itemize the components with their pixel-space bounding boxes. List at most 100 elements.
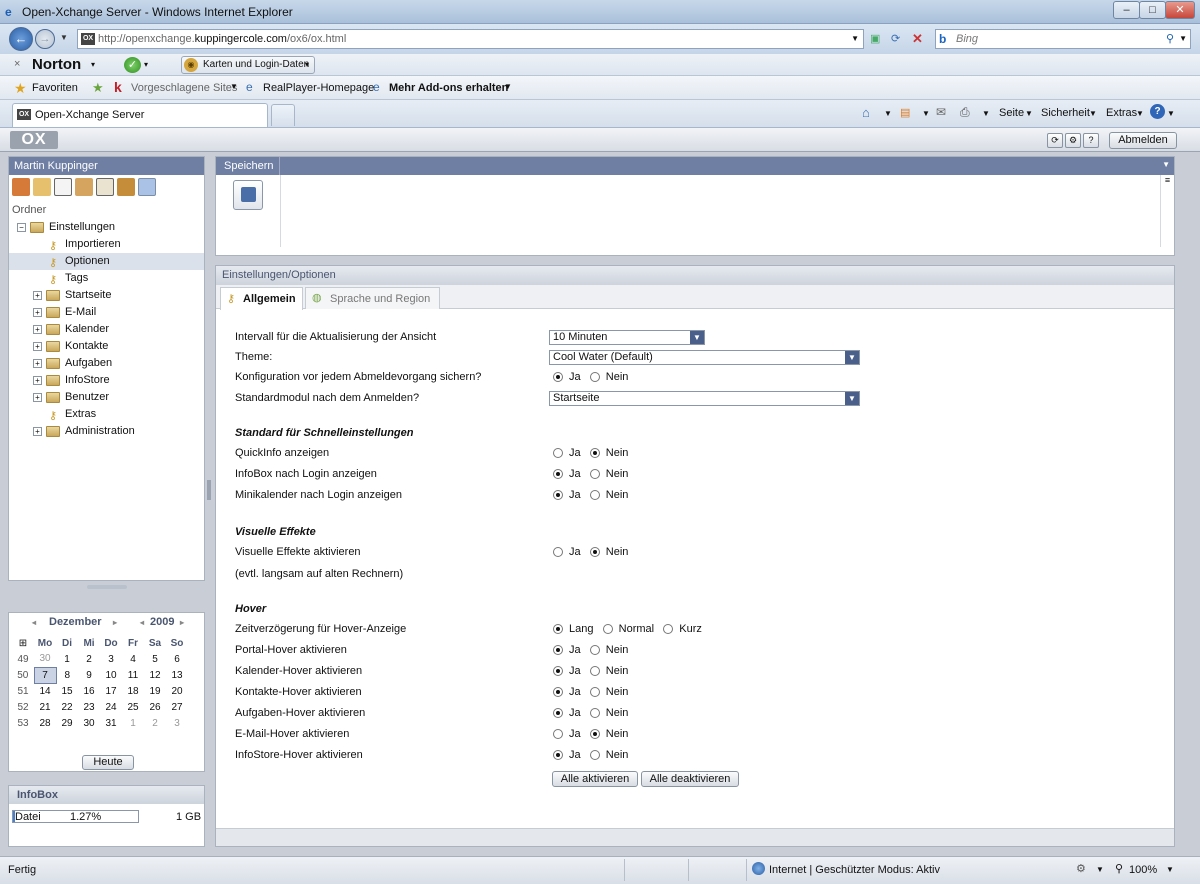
tab-general[interactable]: ⚷ Allgemein [220,287,303,310]
calendar-day[interactable]: 14 [34,683,56,699]
tree-item-benutzer[interactable]: + Benutzer [9,389,204,406]
infostore-hover-no[interactable] [589,750,600,761]
norton-close-button[interactable]: × [14,58,20,70]
compat-view-icon[interactable]: ▣ [870,32,880,45]
week-number[interactable]: 52 [12,699,34,715]
calendar-day[interactable]: 10 [100,667,122,683]
tree-item-e-mail[interactable]: + E-Mail [9,304,204,321]
tools-menu[interactable]: Extras [1106,107,1137,119]
calendar-day[interactable]: 5 [144,651,166,667]
week-number[interactable]: 53 [12,715,34,731]
visual-effects-yes[interactable] [553,547,563,558]
maximize-button[interactable]: □ [1139,1,1166,19]
disable-all-button[interactable]: Alle deaktivieren [641,771,739,787]
calendar-day[interactable]: 19 [144,683,166,699]
feeds-icon[interactable]: ▤ [900,106,910,119]
ox-refresh-icon[interactable]: ⟳ [1047,133,1063,148]
infostore-module-icon[interactable] [117,178,135,196]
close-window-button[interactable]: ✕ [1165,1,1195,19]
calendar-day[interactable]: 24 [100,699,122,715]
tree-item-tags[interactable]: ⚷ Tags [9,270,204,287]
security-zone-text[interactable]: Internet | Geschützter Modus: Aktiv [769,864,940,876]
calendar-day[interactable]: 12 [144,667,166,683]
save-config-yes[interactable] [553,372,563,383]
calendar-module-icon[interactable] [54,178,72,196]
calendar-day[interactable]: 13 [166,667,188,683]
logout-button[interactable]: Abmelden [1109,132,1177,149]
portal-icon[interactable] [12,178,30,196]
panel-resize-handle[interactable] [87,585,127,589]
portal-hover-no[interactable] [589,645,600,656]
calendar-year[interactable]: 2009 [150,616,174,628]
print-dropdown-icon[interactable]: ▼ [982,109,990,118]
calendar-hover-yes[interactable] [553,666,563,677]
norton-logo[interactable]: Norton [32,56,81,73]
home-icon[interactable]: ⌂ [862,105,870,120]
week-toggle-icon[interactable]: ⊞ [12,635,34,651]
quickinfo-yes[interactable] [553,448,563,459]
calendar-day[interactable]: 30 [78,715,100,731]
calendar-day[interactable]: 23 [78,699,100,715]
calendar-day[interactable]: 26 [144,699,166,715]
calendar-day[interactable]: 31 [100,715,122,731]
norton-dropdown-icon[interactable]: ▾ [91,60,95,69]
calendar-day[interactable]: 1 [122,715,144,731]
url-field[interactable]: OX http://openxchange.kuppingercole.com/… [77,29,864,49]
stop-icon[interactable]: ✕ [912,31,923,47]
prev-year-icon[interactable]: ◂ [140,618,144,627]
next-month-icon[interactable]: ▸ [113,618,117,627]
calendar-day[interactable]: 25 [122,699,144,715]
panel-menu-icon[interactable]: ≡ [1160,175,1174,247]
default-module-select[interactable]: Startseite ▼ [549,391,860,406]
search-dropdown-icon[interactable]: ▼ [1179,34,1187,43]
tree-item-kontakte[interactable]: + Kontakte [9,338,204,355]
week-number[interactable]: 50 [12,667,34,683]
hover-delay-short[interactable] [663,624,674,635]
settings-module-icon[interactable] [138,178,156,196]
next-year-icon[interactable]: ▸ [180,618,184,627]
tree-item-importieren[interactable]: ⚷ Importieren [9,236,204,253]
add-favorite-icon[interactable]: ★ [92,80,104,96]
calendar-day[interactable]: 8 [56,667,78,683]
calendar-day[interactable]: 22 [56,699,78,715]
norton-status-icon[interactable]: ✓ [124,57,141,73]
new-tab-button[interactable] [271,104,295,126]
calendar-day[interactable]: 7 [33,666,57,684]
protected-mode-icon[interactable]: ⚙ [1076,862,1086,875]
tree-item-startseite[interactable]: + Startseite [9,287,204,304]
splitter-grip[interactable] [207,480,211,500]
realplayer-link[interactable]: RealPlayer-Homepage [263,82,374,94]
calendar-day[interactable]: 27 [166,699,188,715]
infostore-hover-yes[interactable] [553,750,563,761]
theme-select[interactable]: Cool Water (Default) ▼ [549,350,860,365]
mail-hover-yes[interactable] [553,729,563,740]
feeds-dropdown-icon[interactable]: ▼ [922,109,930,118]
favorites-button[interactable]: Favoriten [32,82,78,94]
infobox-login-no[interactable] [589,469,600,480]
save-button[interactable] [233,180,263,210]
home-dropdown-icon[interactable]: ▼ [884,109,892,118]
refresh-icon[interactable]: ⟳ [891,32,900,45]
minical-login-yes[interactable] [553,490,563,501]
prev-month-icon[interactable]: ◂ [32,618,36,627]
suggested-dropdown-icon[interactable]: ▼ [230,82,238,91]
forward-button[interactable]: → [35,29,55,49]
search-field[interactable]: b Bing ⚲ ▼ [935,29,1191,49]
suggested-sites-link[interactable]: Vorgeschlagene Sites [131,82,237,94]
browser-tab-active[interactable]: OX Open-Xchange Server [12,103,268,127]
calendar-day[interactable]: 17 [100,683,122,699]
minical-login-no[interactable] [589,490,600,501]
url-dropdown-icon[interactable]: ▼ [851,34,859,43]
save-config-no[interactable] [589,372,600,383]
calendar-day[interactable]: 2 [144,715,166,731]
karten-login-button[interactable]: ◉ Karten und Login-Daten ▾ [181,56,315,74]
calendar-day[interactable]: 3 [166,715,188,731]
week-number[interactable]: 51 [12,683,34,699]
contacts-hover-no[interactable] [589,687,600,698]
tree-item-infostore[interactable]: + InfoStore [9,372,204,389]
calendar-day[interactable]: 1 [56,651,78,667]
tree-item-extras[interactable]: ⚷ Extras [9,406,204,423]
tree-item-administration[interactable]: + Administration [9,423,204,440]
calendar-day[interactable]: 29 [56,715,78,731]
ox-settings-icon[interactable]: ⚙ [1065,133,1081,148]
